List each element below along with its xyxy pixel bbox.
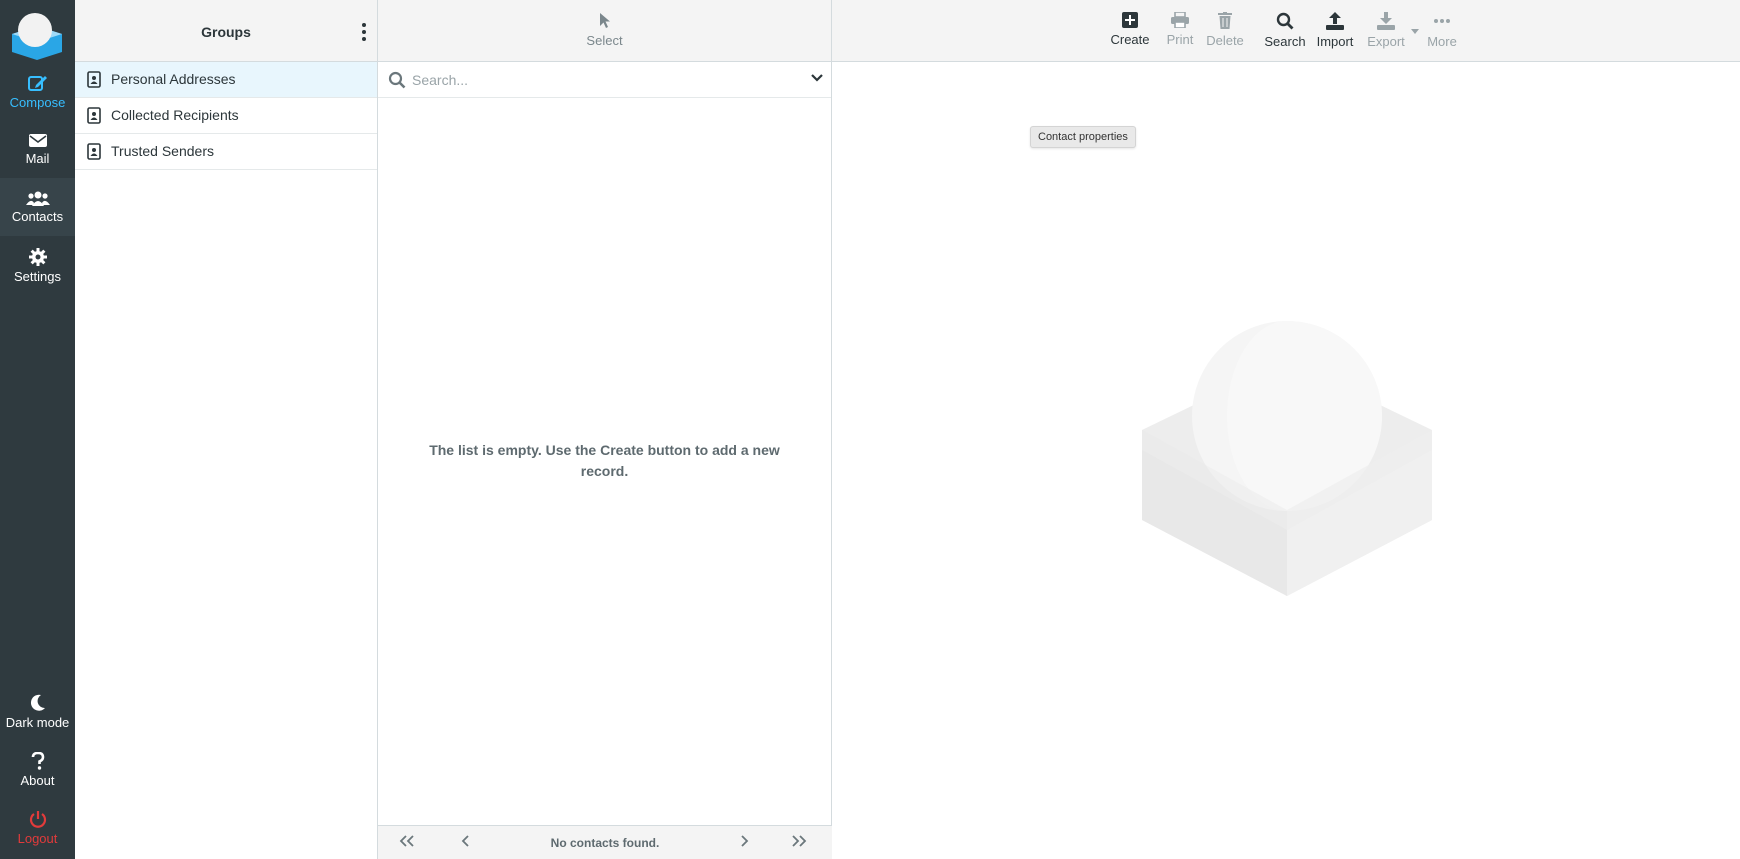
print-icon: [1171, 12, 1189, 28]
chevron-down-icon[interactable]: [811, 74, 823, 82]
nav-logout[interactable]: Logout: [0, 798, 75, 856]
search-icon: [388, 71, 406, 89]
nav-contacts-label: Contacts: [11, 209, 64, 224]
pointer-icon: [599, 13, 610, 28]
caret-down-icon[interactable]: [1411, 29, 1419, 34]
nav-contacts[interactable]: Contacts: [0, 178, 75, 236]
group-item-label: Collected Recipients: [111, 107, 239, 123]
select-button-label: Select: [586, 33, 623, 48]
plus-square-icon: [1122, 12, 1138, 28]
group-item-trusted-senders[interactable]: Trusted Senders: [75, 134, 377, 170]
contact-properties-tooltip: Contact properties: [1030, 126, 1136, 148]
contact-content-panel: Create Print Delete Search Import Export…: [832, 0, 1740, 859]
nav-dark-mode-label: Dark mode: [5, 715, 70, 730]
moon-icon: [30, 694, 45, 711]
compose-icon: [27, 76, 47, 91]
group-item-collected-recipients[interactable]: Collected Recipients: [75, 98, 377, 134]
address-book-icon: [87, 143, 101, 160]
export-button-label: Export: [1367, 34, 1405, 49]
main-navigation: Compose Mail Contacts Settings Dark mode…: [0, 0, 75, 859]
groups-panel: Groups Personal Addresses Collected Reci…: [75, 0, 378, 859]
more-button-label: More: [1427, 34, 1457, 49]
contacts-list-panel: Select The list is empty. Use the Create…: [378, 0, 832, 859]
delete-button[interactable]: Delete: [1202, 12, 1248, 48]
search-input[interactable]: [412, 68, 782, 92]
nav-mail-label: Mail: [25, 151, 50, 166]
nav-settings-label: Settings: [14, 269, 61, 284]
more-button[interactable]: More: [1422, 12, 1462, 49]
address-book-icon: [87, 107, 101, 124]
create-button-label: Create: [1110, 32, 1150, 47]
search-bar: [378, 62, 831, 98]
export-button[interactable]: Export: [1364, 12, 1408, 49]
nav-logout-label: Logout: [17, 831, 58, 846]
group-item-label: Personal Addresses: [111, 71, 236, 87]
question-icon: [31, 752, 44, 770]
nav-settings[interactable]: Settings: [0, 236, 75, 294]
mail-icon: [28, 134, 47, 147]
select-button[interactable]: Select: [378, 12, 831, 48]
nav-compose-label: Compose: [9, 95, 66, 110]
search-button[interactable]: Search: [1262, 12, 1308, 49]
contacts-icon: [25, 191, 50, 206]
groups-header: Groups: [75, 0, 377, 62]
group-item-label: Trusted Senders: [111, 143, 214, 159]
nav-dark-mode[interactable]: Dark mode: [0, 682, 75, 740]
contacts-count-status: No contacts found.: [550, 836, 660, 850]
list-footer: No contacts found.: [378, 825, 832, 859]
nav-about-label: About: [20, 773, 55, 788]
app-window: Compose Mail Contacts Settings Dark mode…: [0, 0, 1740, 859]
gear-icon: [28, 248, 47, 266]
print-button-label: Print: [1166, 32, 1194, 47]
print-button[interactable]: Print: [1160, 12, 1200, 47]
address-book-icon: [87, 71, 101, 88]
nav-about[interactable]: About: [0, 740, 75, 798]
delete-button-label: Delete: [1206, 33, 1244, 48]
import-button-label: Import: [1316, 34, 1354, 49]
power-icon: [29, 811, 46, 828]
download-icon: [1377, 12, 1395, 30]
empty-watermark-illustration: [1142, 321, 1432, 596]
more-horizontal-icon: [1434, 19, 1450, 23]
last-page-icon[interactable]: [791, 835, 807, 847]
groups-title: Groups: [201, 24, 251, 40]
more-vertical-icon[interactable]: [359, 22, 369, 42]
next-page-icon[interactable]: [739, 835, 749, 847]
upload-icon: [1326, 12, 1344, 30]
nav-compose[interactable]: Compose: [0, 62, 75, 120]
trash-icon: [1218, 12, 1232, 29]
nav-mail[interactable]: Mail: [0, 120, 75, 178]
create-button[interactable]: Create: [1106, 12, 1154, 47]
empty-list-message: The list is empty. Use the Create button…: [429, 442, 780, 479]
search-icon: [1276, 12, 1294, 30]
import-button[interactable]: Import: [1312, 12, 1358, 49]
toolbar: Create Print Delete Search Import Export…: [832, 0, 1740, 62]
app-logo: [12, 13, 62, 60]
group-item-personal-addresses[interactable]: Personal Addresses: [75, 62, 377, 98]
search-button-label: Search: [1264, 34, 1306, 49]
list-header: Select: [378, 0, 831, 62]
